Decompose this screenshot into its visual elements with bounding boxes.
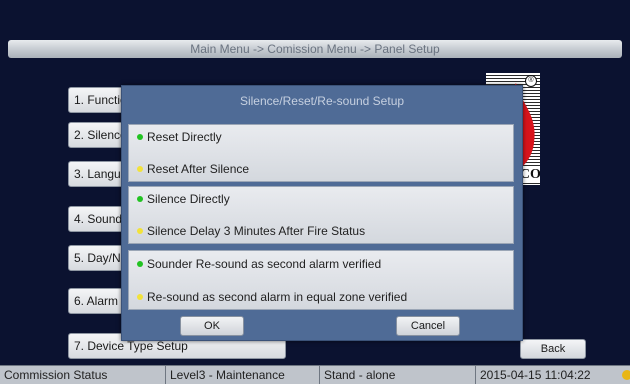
selected-dot-icon — [137, 195, 143, 202]
selected-dot-icon — [137, 260, 143, 267]
cancel-button[interactable]: Cancel — [396, 316, 460, 336]
date-time: 2015-04-15 11:04:22 — [480, 368, 591, 382]
option-reset-directly[interactable]: Reset Directly — [137, 128, 222, 146]
option-resound-equal-zone[interactable]: Re-sound as second alarm in equal zone v… — [137, 288, 407, 306]
reset-option-group: Reset Directly Reset After Silence — [128, 124, 514, 182]
silence-reset-dialog: Silence/Reset/Re-sound Setup Reset Direc… — [121, 85, 523, 341]
status-bar: Commission Status Level3 - Maintenance S… — [0, 365, 630, 384]
silence-option-group: Silence Directly Silence Delay 3 Minutes… — [128, 186, 514, 244]
network-mode: Stand - alone — [320, 366, 476, 384]
dialog-title: Silence/Reset/Re-sound Setup — [239, 94, 405, 108]
unselected-dot-icon — [137, 293, 143, 300]
option-reset-after-silence[interactable]: Reset After Silence — [137, 160, 249, 178]
lock-icon — [622, 370, 630, 380]
breadcrumb: Main Menu -> Comission Menu -> Panel Set… — [8, 40, 622, 58]
ok-button[interactable]: OK — [180, 316, 244, 336]
option-silence-delay[interactable]: Silence Delay 3 Minutes After Fire Statu… — [137, 222, 365, 240]
commission-status: Commission Status — [0, 366, 166, 384]
selected-dot-icon — [137, 133, 143, 140]
access-level: Level3 - Maintenance — [166, 366, 320, 384]
registered-mark: ® — [525, 75, 537, 87]
option-sounder-resound[interactable]: Sounder Re-sound as second alarm verifie… — [137, 255, 381, 273]
option-silence-directly[interactable]: Silence Directly — [137, 190, 230, 208]
back-button[interactable]: Back — [520, 339, 586, 359]
resound-option-group: Sounder Re-sound as second alarm verifie… — [128, 250, 514, 310]
unselected-dot-icon — [137, 165, 143, 172]
unselected-dot-icon — [137, 227, 143, 234]
